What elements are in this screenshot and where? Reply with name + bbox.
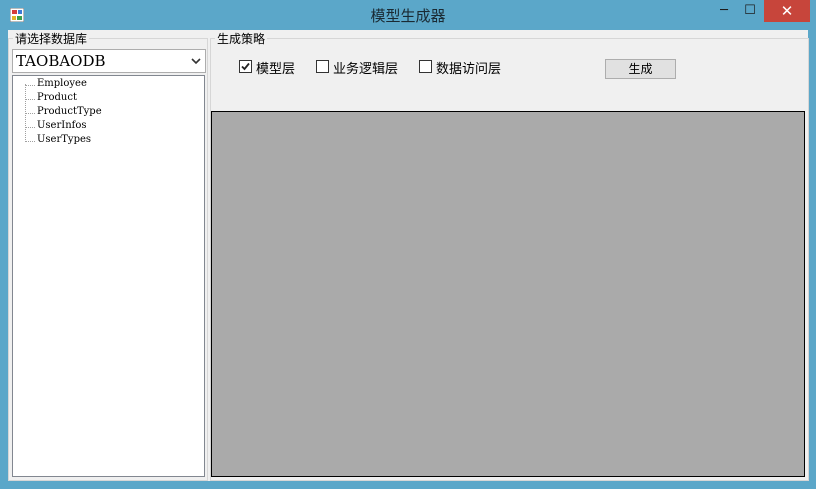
tree-item-label: UserInfos	[37, 120, 87, 131]
generate-button[interactable]: 生成	[605, 59, 676, 79]
close-button[interactable]: ✕	[764, 0, 810, 22]
checkbox-label: 数据访问层	[436, 62, 502, 77]
checkbox-label: 业务逻辑层	[333, 62, 399, 77]
title-bar[interactable]: 模型生成器 ─ ☐ ✕	[0, 0, 816, 30]
table-tree[interactable]: Employee Product ProductType UserInfos U…	[12, 75, 205, 477]
tree-connector	[25, 141, 35, 142]
tree-item-label: Product	[37, 92, 77, 103]
maximize-button[interactable]: ☐	[737, 0, 763, 22]
tree-connector	[25, 85, 35, 86]
checkbox-box[interactable]	[419, 60, 432, 73]
checkbox-box[interactable]	[316, 60, 329, 73]
checkmark-icon	[241, 62, 250, 71]
checkbox-label: 模型层	[256, 62, 296, 77]
chevron-down-icon	[191, 58, 201, 65]
tree-item-label: Employee	[37, 78, 87, 89]
tree-item-label: ProductType	[37, 106, 102, 117]
database-select[interactable]: TAOBAODB	[12, 49, 206, 73]
strategy-group-label: 生成策略	[215, 30, 268, 47]
database-select-value: TAOBAODB	[16, 52, 106, 70]
tree-connector	[25, 127, 35, 128]
tree-connector	[25, 113, 35, 114]
checkbox-box[interactable]	[239, 60, 252, 73]
window-client: 请选择数据库 TAOBAODB Employee Product Product…	[8, 30, 809, 481]
database-group-label: 请选择数据库	[13, 30, 90, 47]
minimize-button[interactable]: ─	[711, 0, 737, 22]
tree-item-label: UserTypes	[37, 134, 92, 145]
window-title: 模型生成器	[370, 7, 446, 25]
tree-connector	[25, 99, 35, 100]
output-area[interactable]	[211, 111, 805, 477]
